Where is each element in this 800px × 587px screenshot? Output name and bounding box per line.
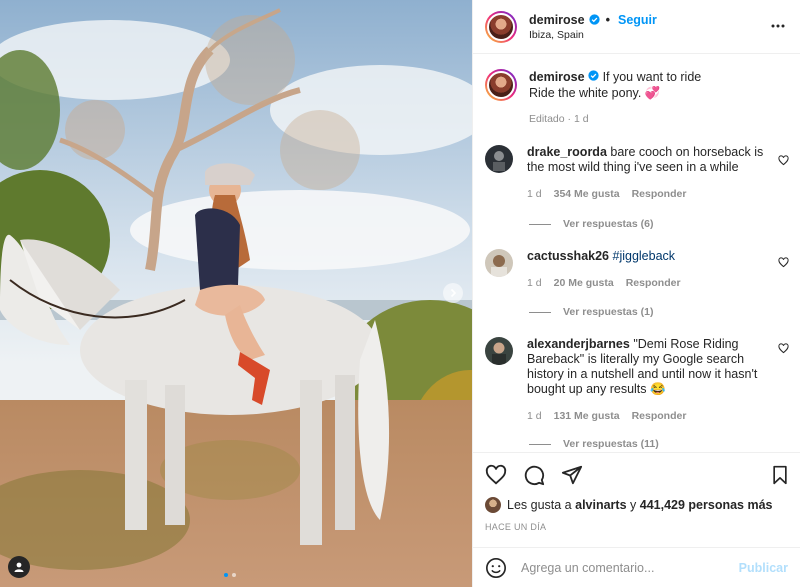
avatar[interactable]	[485, 145, 513, 173]
likes-summary[interactable]: Les gusta a alvinarts y 441,429 personas…	[473, 495, 800, 515]
carousel-dot-active	[224, 573, 228, 577]
comment-likes[interactable]: 20 Me gusta	[554, 276, 614, 291]
view-replies-button[interactable]: Ver respuestas (6)	[529, 218, 653, 230]
verified-badge-icon	[588, 14, 600, 25]
view-replies-button[interactable]: Ver respuestas (1)	[529, 306, 653, 318]
avatar[interactable]	[485, 337, 513, 365]
tagged-users-button[interactable]	[8, 556, 30, 578]
save-button[interactable]	[770, 465, 790, 488]
caption-text-line1: If you want to ride	[602, 70, 702, 84]
caption-text-line2: Ride the white pony. 💞	[529, 86, 661, 100]
next-photo-button[interactable]	[443, 283, 463, 303]
comment-composer: Publicar	[473, 547, 800, 587]
liker-username[interactable]: alvinarts	[575, 498, 626, 512]
post-timestamp[interactable]: HACE UN DÍA	[473, 522, 800, 532]
comment-time[interactable]: 1 d	[527, 187, 542, 202]
post-actions: Les gusta a alvinarts y 441,429 personas…	[473, 452, 800, 532]
heart-icon[interactable]	[485, 464, 507, 486]
comment-item: cactusshak26 #jiggleback 1 d 20 Me gusta…	[485, 249, 789, 291]
liker-avatar	[485, 497, 501, 513]
author-username[interactable]: demirose	[529, 13, 585, 27]
carousel-indicator	[224, 573, 236, 577]
view-replies-button[interactable]: Ver respuestas (11)	[529, 438, 659, 450]
avatar[interactable]	[485, 249, 513, 277]
carousel-dot	[232, 573, 236, 577]
likes-conjunction: y	[630, 498, 637, 512]
comment-username[interactable]: alexanderjbarnes	[527, 337, 630, 351]
likes-count[interactable]: 441,429 personas más	[640, 498, 773, 512]
comment-item: drake_roorda bare cooch on horseback is …	[485, 145, 789, 202]
emoji-icon[interactable]	[485, 557, 507, 579]
reply-button[interactable]: Responder	[626, 276, 681, 291]
chevron-right-icon	[450, 288, 457, 298]
comment-likes[interactable]: 131 Me gusta	[554, 409, 620, 424]
hashtag-link[interactable]: #jiggleback	[613, 249, 676, 263]
user-icon	[14, 562, 24, 572]
like-comment-button[interactable]	[778, 155, 789, 169]
separator-dot: •	[605, 12, 610, 27]
share-icon[interactable]	[561, 464, 583, 486]
comments-list[interactable]: demirose If you want to ride Ride the wh…	[473, 55, 800, 452]
comment-likes[interactable]: 354 Me gusta	[554, 187, 620, 202]
comment-icon[interactable]	[523, 464, 545, 486]
like-comment-button[interactable]	[778, 343, 789, 357]
post-media[interactable]	[0, 0, 472, 587]
verified-badge-icon	[588, 70, 599, 81]
likes-prefix: Les gusta a	[507, 498, 572, 512]
comment-username[interactable]: cactusshak26	[527, 249, 609, 263]
heart-icon	[778, 155, 789, 166]
comment-time[interactable]: 1 d	[527, 409, 542, 424]
reply-button[interactable]: Responder	[632, 187, 687, 202]
action-icons	[473, 453, 800, 497]
more-options-button[interactable]	[770, 18, 786, 37]
post-side-panel: demirose • Seguir Ibiza, Spain demirose	[472, 0, 800, 587]
view-replies-label: Ver respuestas (11)	[563, 438, 659, 450]
comment-item: alexanderjbarnes "Demi Rose Riding Bareb…	[485, 337, 789, 424]
view-replies-label: Ver respuestas (1)	[563, 306, 654, 318]
caption-username[interactable]: demirose	[529, 70, 585, 84]
post-header: demirose • Seguir Ibiza, Spain	[473, 0, 800, 54]
avatar[interactable]	[485, 69, 517, 101]
more-options-icon	[771, 24, 785, 28]
heart-icon	[778, 257, 789, 268]
comment-time[interactable]: 1 d	[527, 276, 542, 291]
like-comment-button[interactable]	[778, 257, 789, 271]
caption-meta: Editado · 1 d	[529, 113, 589, 125]
post-photo	[0, 0, 472, 587]
publish-button[interactable]: Publicar	[739, 561, 788, 575]
location-link[interactable]: Ibiza, Spain	[529, 29, 657, 41]
view-replies-label: Ver respuestas (6)	[563, 218, 654, 230]
follow-button[interactable]: Seguir	[618, 13, 657, 27]
comment-username[interactable]: drake_roorda	[527, 145, 607, 159]
comment-input[interactable]	[521, 560, 721, 575]
bookmark-icon	[773, 465, 787, 485]
reply-button[interactable]: Responder	[632, 409, 687, 424]
heart-icon	[778, 343, 789, 354]
post-caption: demirose If you want to ride Ride the wh…	[473, 55, 800, 127]
avatar[interactable]	[485, 10, 517, 43]
